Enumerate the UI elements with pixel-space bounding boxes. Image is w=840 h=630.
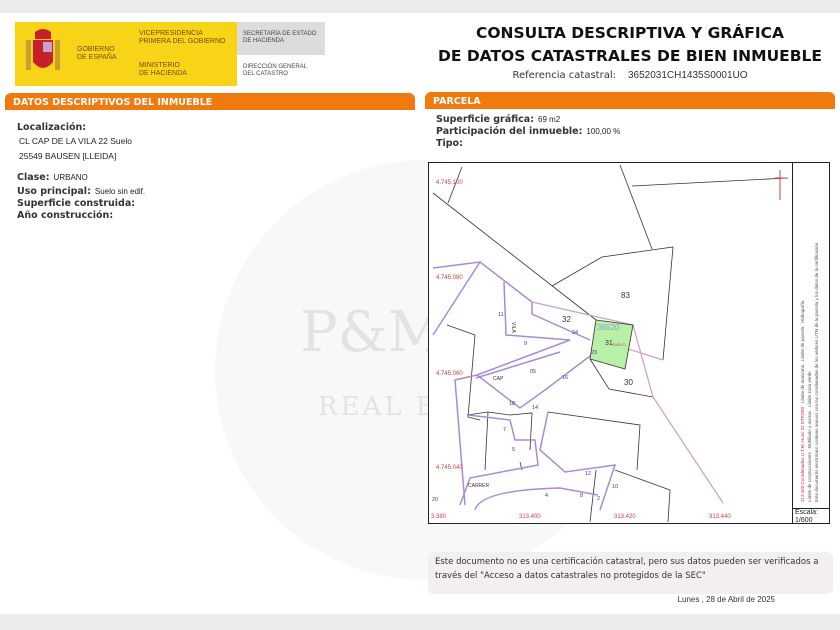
location-label: Localización: xyxy=(17,122,87,133)
parcel-section: PARCELA Superficie gráfica: 69 m2 Partici… xyxy=(425,92,835,149)
note-line1: Este documento no es una certificación c… xyxy=(435,557,819,567)
street-number: 05 xyxy=(530,369,536,375)
address-line2: 25549 BAUSEN [LLEIDA] xyxy=(19,151,117,161)
street-label-cap: CAP xyxy=(493,376,504,382)
coat-of-arms-icon xyxy=(26,29,60,70)
x-coord: 313.400 xyxy=(519,514,541,520)
min-line2: DE HACIENDA xyxy=(139,70,187,77)
suelo-label: SUELO xyxy=(612,342,626,347)
parcel-label-32: 32 xyxy=(562,315,571,324)
sec-line2: DE HACIENDA xyxy=(243,38,285,44)
y-coord: 4.745.080 xyxy=(436,275,463,281)
use-label: Uso principal: xyxy=(17,186,91,197)
share-row: Participación del inmueble: 100,00 % xyxy=(436,126,835,137)
street-number: 7 xyxy=(503,427,506,433)
street-number: 23 xyxy=(591,350,597,356)
bottom-band xyxy=(0,614,840,630)
map-drawing: 83 32 30 36520 31 SUELO 4.745.100 4.745.… xyxy=(431,164,788,522)
gov-line2: DE ESPAÑA xyxy=(77,54,117,61)
street-number: 5 xyxy=(512,447,515,453)
area-value: 69 m2 xyxy=(538,115,561,124)
vp-line1: VICEPRESIDENCIA xyxy=(139,30,203,37)
top-band xyxy=(0,0,840,13)
street-label-vila: VILA xyxy=(510,322,516,334)
street-label-carrer: CARRER xyxy=(468,483,490,489)
watermark-logo: P&M xyxy=(300,300,445,365)
ref-value: 3652031CH1435S0001UO xyxy=(627,70,748,81)
class-label: Clase: xyxy=(17,172,50,183)
use-row: Uso principal: Suelo sin edif. xyxy=(17,186,415,197)
dg-line2: DEL CATASTRO xyxy=(243,71,288,77)
legend-item: Límite de manzana xyxy=(800,364,805,404)
street-number: 2 xyxy=(597,496,600,502)
descriptive-heading: DATOS DESCRIPTIVOS DEL INMUEBLE xyxy=(5,93,415,110)
parcel-label-83: 83 xyxy=(621,291,630,300)
address-line1: CL CAP DE LA VILA 22 Suelo xyxy=(19,136,132,146)
street-number: 14 xyxy=(532,405,538,411)
legend-item: Hidrografía xyxy=(800,300,805,323)
share-value: 100,00 % xyxy=(586,127,621,136)
area-row: Superficie gráfica: 69 m2 xyxy=(436,114,835,125)
dg-line1: DIRECCIÓN GENERAL xyxy=(243,64,308,70)
page-title: CONSULTA DESCRIPTIVA Y GRÁFICA DE DATOS C… xyxy=(430,22,830,68)
ref-label: Referencia catastral: xyxy=(512,70,616,81)
scale-value: 1/600 xyxy=(795,516,813,524)
share-label: Participación del inmueble: xyxy=(436,126,583,137)
scale-label: Escala: xyxy=(795,509,818,516)
x-coord: 3.380 xyxy=(431,514,447,520)
street-number: 12 xyxy=(585,471,591,477)
use-value: Suelo sin edif. xyxy=(94,187,146,196)
descriptive-section: DATOS DESCRIPTIVOS DEL INMUEBLE Localiza… xyxy=(5,93,415,221)
year-label: Año construcción: xyxy=(17,210,114,221)
y-coord: 4.745.100 xyxy=(436,180,463,186)
parcel-label-30: 30 xyxy=(624,378,633,387)
y-coord: 4.745.040 xyxy=(436,465,463,471)
street-number: 24 xyxy=(572,330,578,336)
legend-item: Límite de parcela xyxy=(800,326,805,362)
legend-item: Límite de construcciones xyxy=(807,452,812,502)
document-date: Lunes , 28 de Abril de 2025 xyxy=(677,595,775,604)
built-area-label: Superficie construida: xyxy=(17,198,136,209)
x-coord: 313.440 xyxy=(709,514,731,520)
title-line1: CONSULTA DESCRIPTIVA Y GRÁFICA xyxy=(475,24,785,42)
note-line2: través del "Acceso a datos catastrales n… xyxy=(435,571,706,581)
type-label: Tipo: xyxy=(436,138,463,149)
legend-item: Límite zona verde xyxy=(807,371,812,408)
min-line1: MINISTERIO xyxy=(139,62,180,69)
street-number: 16 xyxy=(562,375,568,381)
sec-line1: SECRETARÍA DE ESTADO xyxy=(243,31,317,37)
class-value: URBANO xyxy=(53,173,88,182)
street-number: 20 xyxy=(432,497,438,503)
legend-row: Límite de construcciones Mobiliario y ac… xyxy=(806,243,813,502)
x-coord: 313.420 xyxy=(614,514,636,520)
gov-line1: GOBIERNO xyxy=(77,46,115,53)
map-legend: 313.460 Coordenadas U.T.M. Huso 31 ETRS8… xyxy=(792,162,830,508)
parcel-heading: PARCELA xyxy=(425,92,835,109)
block-label: 36520 xyxy=(597,323,620,332)
legend-row: 313.460 Coordenadas U.T.M. Huso 31 ETRS8… xyxy=(799,243,806,502)
vp-line2: PRIMERA DEL GOBIERNO xyxy=(139,38,226,45)
map-scale: Escala: 1/600 xyxy=(792,508,830,524)
street-number: 8 xyxy=(580,493,583,499)
gobierno-logo: GOBIERNO DE ESPAÑA VICEPRESIDENCIA PRIMERA… xyxy=(15,22,237,86)
legend-item: Mobiliario y aceras xyxy=(807,410,812,449)
secretaria-box: SECRETARÍA DE ESTADO DE HACIENDA xyxy=(237,22,325,55)
street-number: 11 xyxy=(498,312,504,318)
street-number: 18 xyxy=(509,401,515,407)
legend-note: Este documento electrónico contiene anex… xyxy=(814,242,819,502)
area-label: Superficie gráfica: xyxy=(436,114,534,125)
disclaimer-note: Este documento no es una certificación c… xyxy=(428,552,833,594)
title-line2: DE DATOS CATASTRALES DE BIEN INMUEBLE xyxy=(437,47,823,65)
class-row: Clase: URBANO xyxy=(17,172,415,183)
street-number: 10 xyxy=(612,484,618,490)
street-number: 4 xyxy=(545,493,548,499)
street-number: 9 xyxy=(524,341,527,347)
north-arrow-icon xyxy=(774,169,785,200)
cadastral-reference: Referencia catastral: 3652031CH1435S0001U… xyxy=(430,70,830,81)
cadastral-map[interactable]: 83 32 30 36520 31 SUELO 4.745.100 4.745.… xyxy=(428,162,830,524)
direccion-general: DIRECCIÓN GENERAL DEL CATASTRO xyxy=(243,64,307,78)
legend-coords: 313.460 Coordenadas U.T.M. Huso 31 ETRS8… xyxy=(800,406,805,502)
y-coord: 4.745.060 xyxy=(436,371,463,377)
